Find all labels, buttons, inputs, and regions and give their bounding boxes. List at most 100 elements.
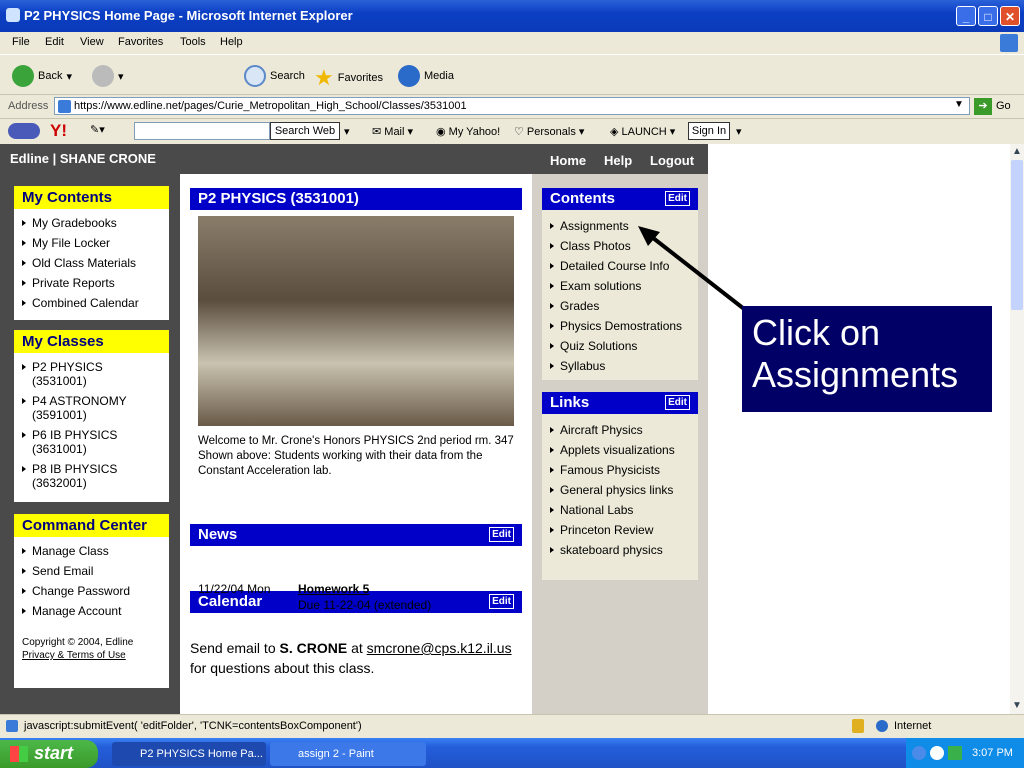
tray-icon-1[interactable] bbox=[912, 746, 926, 760]
go-arrow-icon[interactable]: ➔ bbox=[974, 98, 992, 115]
links-list: Aircraft Physics Applets visualizations … bbox=[542, 414, 698, 566]
menu-help[interactable]: Help bbox=[220, 36, 243, 48]
class-p6-ib-physics-link[interactable]: P6 IB PHYSICS (3631001) bbox=[22, 425, 129, 459]
change-password-link[interactable]: Change Password bbox=[22, 581, 169, 601]
sign-in-dropdown-icon[interactable]: ▾ bbox=[736, 125, 742, 138]
media-button[interactable]: Media bbox=[398, 65, 454, 87]
combined-calendar-link[interactable]: Combined Calendar bbox=[22, 293, 169, 313]
nav-logout[interactable]: Logout bbox=[650, 153, 694, 168]
taskbar-ie-window[interactable]: P2 PHYSICS Home Pa... bbox=[112, 742, 266, 766]
class-p4-astronomy-link[interactable]: P4 ASTRONOMY (3591001) bbox=[22, 391, 129, 425]
system-tray: 3:07 PM bbox=[906, 738, 1024, 768]
menu-file[interactable]: File bbox=[12, 36, 30, 48]
title-bar: P2 PHYSICS Home Page - Microsoft Interne… bbox=[0, 0, 1024, 32]
scroll-up-icon[interactable]: ▲ bbox=[1012, 146, 1022, 157]
status-bar: javascript:submitEvent( 'editFolder', 'T… bbox=[0, 714, 1024, 739]
my-classes-title: My Classes bbox=[14, 330, 169, 353]
nav-help[interactable]: Help bbox=[604, 153, 632, 168]
sign-in-button[interactable]: Sign In bbox=[688, 122, 730, 140]
princeton-review-link[interactable]: Princeton Review bbox=[550, 520, 698, 540]
menu-favorites[interactable]: Favorites bbox=[118, 36, 163, 48]
quiz-solutions-link[interactable]: Quiz Solutions bbox=[550, 336, 698, 356]
address-dropdown-icon[interactable]: ▼ bbox=[954, 99, 964, 110]
private-reports-link[interactable]: Private Reports bbox=[22, 273, 169, 293]
calendar-edit-button[interactable]: Edit bbox=[489, 594, 514, 609]
star-icon: ★ bbox=[314, 65, 334, 90]
news-header: News Edit bbox=[190, 524, 522, 546]
applets-visualizations-link[interactable]: Applets visualizations bbox=[550, 440, 698, 460]
email-line: Send email to S. CRONE at smcrone@cps.k1… bbox=[190, 640, 512, 676]
forward-button[interactable]: ▾ bbox=[92, 65, 124, 87]
send-email-link[interactable]: Send Email bbox=[22, 561, 169, 581]
links-edit-button[interactable]: Edit bbox=[665, 395, 690, 410]
globe-icon bbox=[876, 720, 888, 732]
homework-link[interactable]: Homework 5 bbox=[298, 582, 369, 596]
yahoo-search-input[interactable] bbox=[134, 122, 270, 140]
callout-arrow bbox=[638, 226, 750, 314]
my-classes-list: P2 PHYSICS (3531001) P4 ASTRONOMY (35910… bbox=[14, 353, 169, 499]
search-dropdown-icon[interactable]: ▾ bbox=[344, 125, 350, 138]
links-box: Links Edit Aircraft Physics Applets visua… bbox=[542, 392, 698, 580]
general-physics-links-link[interactable]: General physics links bbox=[550, 480, 698, 500]
brand: Edline | SHANE CRONE bbox=[10, 151, 156, 166]
syllabus-link[interactable]: Syllabus bbox=[550, 356, 698, 376]
scroll-down-icon[interactable]: ▼ bbox=[1012, 700, 1022, 711]
pencil-icon[interactable]: ✎▾ bbox=[90, 123, 105, 136]
taskbar-paint-window[interactable]: assign 2 - Paint bbox=[270, 742, 426, 766]
class-p8-ib-physics-link[interactable]: P8 IB PHYSICS (3632001) bbox=[22, 459, 129, 493]
contents-edit-button[interactable]: Edit bbox=[665, 191, 690, 206]
my-gradebooks-link[interactable]: My Gradebooks bbox=[22, 213, 169, 233]
my-file-locker-link[interactable]: My File Locker bbox=[22, 233, 169, 253]
go-button[interactable]: Go bbox=[996, 100, 1011, 112]
search-icon bbox=[244, 65, 266, 87]
back-arrow-icon bbox=[12, 65, 34, 87]
manage-account-link[interactable]: Manage Account bbox=[22, 601, 169, 621]
tray-network-icon[interactable] bbox=[948, 746, 962, 760]
start-button[interactable]: start bbox=[0, 740, 98, 768]
nav-home[interactable]: Home bbox=[550, 153, 586, 168]
menu-view[interactable]: View bbox=[80, 36, 104, 48]
address-url[interactable]: https://www.edline.net/pages/Curie_Metro… bbox=[74, 100, 467, 112]
tray-clock-icon[interactable] bbox=[930, 746, 944, 760]
email-link[interactable]: smcrone@cps.k12.il.us bbox=[367, 640, 512, 656]
national-labs-link[interactable]: National Labs bbox=[550, 500, 698, 520]
windows-logo-icon bbox=[1000, 34, 1018, 52]
standard-toolbar: Back ▾ ▾ ✕ Search ★Favorites Media bbox=[0, 54, 1024, 139]
minimize-button[interactable]: _ bbox=[956, 6, 976, 26]
menu-edit[interactable]: Edit bbox=[45, 36, 64, 48]
photo-caption: Welcome to Mr. Crone's Honors PHYSICS 2n… bbox=[198, 435, 514, 477]
address-bar: Address https://www.edline.net/pages/Cur… bbox=[0, 94, 1024, 119]
links-header: Links Edit bbox=[542, 392, 698, 414]
menu-tools[interactable]: Tools bbox=[180, 36, 206, 48]
aircraft-physics-link[interactable]: Aircraft Physics bbox=[550, 420, 698, 440]
forward-arrow-icon bbox=[92, 65, 114, 87]
status-page-icon bbox=[6, 720, 18, 732]
address-label: Address bbox=[8, 100, 49, 112]
news-edit-button[interactable]: Edit bbox=[489, 527, 514, 542]
yahoo-y-icon[interactable]: Y! bbox=[50, 121, 67, 141]
skateboard-physics-link[interactable]: skateboard physics bbox=[550, 540, 698, 560]
copyright-text: Copyright © 2004, Edline bbox=[22, 637, 134, 648]
zone-label: Internet bbox=[894, 720, 932, 732]
personals-link[interactable]: ♡ Personals ▾ bbox=[514, 125, 584, 138]
mail-link[interactable]: ✉ Mail ▾ bbox=[372, 125, 413, 138]
my-yahoo-link[interactable]: ◉ My Yahoo! bbox=[436, 125, 500, 138]
window-title: P2 PHYSICS Home Page - Microsoft Interne… bbox=[24, 8, 353, 23]
famous-physicists-link[interactable]: Famous Physicists bbox=[550, 460, 698, 480]
back-button[interactable]: Back ▾ bbox=[12, 65, 72, 87]
lock-icon bbox=[852, 719, 864, 733]
search-web-button[interactable]: Search Web bbox=[270, 122, 340, 140]
privacy-link[interactable]: Privacy & Terms of Use bbox=[14, 648, 169, 663]
old-class-materials-link[interactable]: Old Class Materials bbox=[22, 253, 169, 273]
favorites-button[interactable]: ★ Favorites bbox=[314, 65, 383, 91]
close-button[interactable]: ✕ bbox=[1000, 6, 1020, 26]
class-p2-physics-link[interactable]: P2 PHYSICS (3531001) bbox=[22, 357, 129, 391]
search-button[interactable]: Search bbox=[244, 65, 305, 87]
media-icon bbox=[398, 65, 420, 87]
maximize-button[interactable]: □ bbox=[978, 6, 998, 26]
scrollbar-thumb[interactable] bbox=[1011, 160, 1023, 310]
launch-link[interactable]: ◈ LAUNCH ▾ bbox=[610, 125, 675, 138]
my-contents-title: My Contents bbox=[14, 186, 169, 209]
manage-class-link[interactable]: Manage Class bbox=[22, 541, 169, 561]
calendar-date: 11/22/04 Mon bbox=[198, 582, 271, 596]
